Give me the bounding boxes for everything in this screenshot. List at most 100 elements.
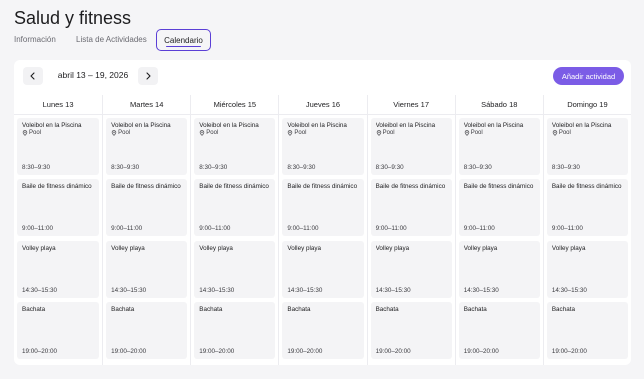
activity-event[interactable]: Bachata 19:00–20:00 <box>194 302 276 359</box>
activity-time: 19:00–20:00 <box>111 348 147 355</box>
activity-time: 8:30–9:30 <box>551 164 580 171</box>
map-pin-icon <box>111 130 117 137</box>
activity-event[interactable]: Voleibol en la Piscina Pool 8:30–9:30 <box>282 118 364 175</box>
tab-calendario[interactable]: Calendario <box>156 29 211 51</box>
day-header: Miércoles 15 <box>191 95 279 115</box>
activity-name: Baile de fitness dinámico <box>199 183 269 190</box>
activity-event[interactable]: Volley playa 14:30–15:30 <box>282 241 364 298</box>
activity-event[interactable]: Voleibol en la Piscina Pool 8:30–9:30 <box>546 118 628 175</box>
chevron-right-icon <box>146 72 151 80</box>
tab-lista-actividades[interactable]: Lista de Actividades <box>76 35 147 44</box>
map-pin-icon <box>464 130 469 137</box>
activity-time: 8:30–9:30 <box>463 164 492 171</box>
activity-event[interactable]: Volley playa 14:30–15:30 <box>370 241 452 298</box>
activity-location-label: Pool <box>382 130 395 137</box>
activity-event[interactable]: Voleibol en la Piscina Pool 8:30–9:30 <box>370 118 452 175</box>
activity-time: 14:30–15:30 <box>111 287 147 294</box>
day-header: Domingo 19 <box>543 95 631 115</box>
page-title: Salud y fitness <box>14 8 132 28</box>
activity-event[interactable]: Bachata 19:00–20:00 <box>106 302 188 359</box>
activity-name: Bachata <box>22 306 46 313</box>
add-activity-button[interactable]: Añadir actividad <box>553 67 624 85</box>
activity-time: 8:30–9:30 <box>375 164 404 171</box>
activity-event[interactable]: Baile de fitness dinámico 9:00–11:00 <box>546 179 628 236</box>
activity-location: Pool <box>22 130 94 136</box>
activity-event[interactable]: Volley playa 14:30–15:30 <box>546 241 628 298</box>
activity-event[interactable]: Volley playa 14:30–15:30 <box>106 241 188 298</box>
day-header: Sábado 18 <box>455 95 543 115</box>
activity-name: Bachata <box>199 306 223 313</box>
day-column: Miércoles 15 Voleibol en la Piscina Pool 8:… <box>190 95 279 365</box>
week-grid: Lunes 13 Voleibol en la Piscina Pool 8:30–9… <box>14 95 631 365</box>
day-column: Domingo 19 Voleibol en la Piscina Pool 8:30… <box>542 95 631 365</box>
day-column: Martes 14 Voleibol en la Piscina Pool 8:30–… <box>102 95 191 365</box>
activity-name: Voleibol en la Piscina <box>22 122 82 129</box>
activity-name: Voleibol en la Piscina <box>111 122 171 129</box>
map-pin-icon <box>552 130 558 137</box>
activity-time: 19:00–20:00 <box>287 348 323 355</box>
activity-event[interactable]: Voleibol en la Piscina Pool 8:30–9:30 <box>106 118 188 175</box>
map-pin-icon <box>376 130 381 137</box>
date-range-label: abril 13 – 19, 2026 <box>57 70 129 80</box>
activity-location-label: Pool <box>29 130 42 137</box>
activity-name: Volley playa <box>375 245 410 252</box>
activity-name: Volley playa <box>463 245 498 252</box>
activity-name: Volley playa <box>199 245 233 252</box>
activity-time: 9:00–11:00 <box>199 225 231 232</box>
day-header: Lunes 13 <box>14 95 103 115</box>
activity-name: Bachata <box>111 306 135 313</box>
activity-name: Volley playa <box>551 245 586 252</box>
activity-time: 14:30–15:30 <box>551 287 587 294</box>
day-column: Viernes 17 Voleibol en la Piscina Pool 8:30… <box>366 95 455 365</box>
map-pin-icon <box>22 130 28 137</box>
activity-name: Bachata <box>551 306 575 313</box>
activity-event[interactable]: Volley playa 14:30–15:30 <box>194 241 276 298</box>
prev-week-button[interactable] <box>23 67 43 85</box>
activity-time: 8:30–9:30 <box>199 164 228 171</box>
activity-time: 9:00–11:00 <box>375 225 407 232</box>
activity-time: 14:30–15:30 <box>287 287 323 294</box>
activity-location-label: Pool <box>558 130 571 137</box>
activity-time: 8:30–9:30 <box>22 164 51 171</box>
day-column: Lunes 13 Voleibol en la Piscina Pool 8:30–9… <box>14 95 103 365</box>
activity-event[interactable]: Bachata 19:00–20:00 <box>17 302 100 359</box>
day-column: Jueves 16 Voleibol en la Piscina Pool 8:30–… <box>278 95 367 365</box>
day-header: Martes 14 <box>103 95 191 115</box>
activity-event[interactable]: Bachata 19:00–20:00 <box>282 302 364 359</box>
activity-event[interactable]: Bachata 19:00–20:00 <box>458 302 540 359</box>
activity-location: Pool <box>376 130 447 136</box>
activity-event[interactable]: Volley playa 14:30–15:30 <box>17 241 100 298</box>
activity-name: Volley playa <box>111 245 145 252</box>
activity-event[interactable]: Bachata 19:00–20:00 <box>546 302 628 359</box>
activity-location: Pool <box>552 130 623 136</box>
activity-name: Voleibol en la Piscina <box>375 122 436 129</box>
activity-location-label: Pool <box>470 130 483 137</box>
next-week-button[interactable] <box>138 67 158 85</box>
activity-event[interactable]: Baile de fitness dinámico 9:00–11:00 <box>282 179 364 236</box>
activity-location-label: Pool <box>206 130 219 137</box>
activity-location: Pool <box>199 130 270 136</box>
activity-time: 19:00–20:00 <box>22 348 58 355</box>
activity-name: Bachata <box>375 306 399 313</box>
activity-name: Baile de fitness dinámico <box>551 183 622 190</box>
activity-event[interactable]: Baile de fitness dinámico 9:00–11:00 <box>370 179 452 236</box>
activity-name: Volley playa <box>287 245 322 252</box>
activity-name: Volley playa <box>22 245 56 252</box>
activity-event[interactable]: Baile de fitness dinámico 9:00–11:00 <box>106 179 188 236</box>
tab-informacion[interactable]: Información <box>14 35 56 44</box>
activity-event[interactable]: Voleibol en la Piscina Pool 8:30–9:30 <box>17 118 100 175</box>
activity-time: 19:00–20:00 <box>551 348 587 355</box>
activity-time: 9:00–11:00 <box>463 225 495 232</box>
activity-location: Pool <box>464 130 535 136</box>
day-header: Jueves 16 <box>279 95 367 115</box>
activity-event[interactable]: Bachata 19:00–20:00 <box>370 302 452 359</box>
activity-event[interactable]: Baile de fitness dinámico 9:00–11:00 <box>458 179 540 236</box>
activity-event[interactable]: Baile de fitness dinámico 9:00–11:00 <box>194 179 276 236</box>
activity-location: Pool <box>287 130 358 136</box>
activity-event[interactable]: Voleibol en la Piscina Pool 8:30–9:30 <box>194 118 276 175</box>
activity-time: 8:30–9:30 <box>287 164 316 171</box>
activity-event[interactable]: Baile de fitness dinámico 9:00–11:00 <box>17 179 100 236</box>
map-pin-icon <box>288 130 293 137</box>
activity-event[interactable]: Voleibol en la Piscina Pool 8:30–9:30 <box>458 118 540 175</box>
activity-event[interactable]: Volley playa 14:30–15:30 <box>458 241 540 298</box>
